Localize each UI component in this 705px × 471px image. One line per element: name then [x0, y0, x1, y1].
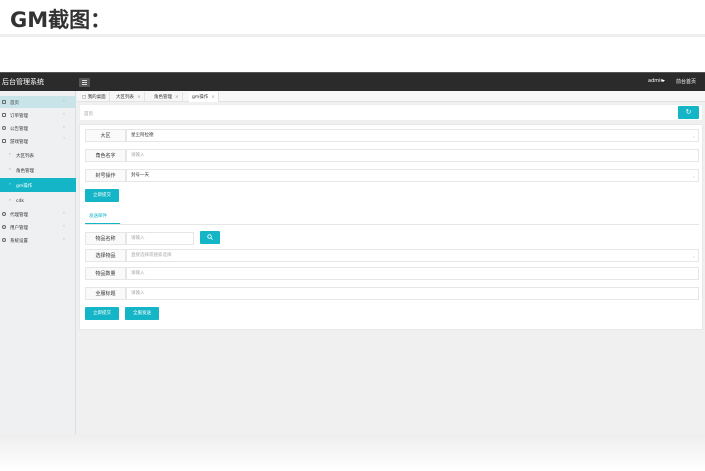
sidebar-item-label: 角色管理: [16, 169, 34, 174]
sidebar-item-label: 游戏管理: [10, 140, 28, 145]
gm-panel: 大区 星尘阿拉德 ˅ 角色名字 请输入 封号操作 封号一天 ˅ 立即提交 发送邮件 …: [79, 124, 703, 330]
search-icon: [207, 234, 213, 240]
sidebar-item-games[interactable]: 游戏管理 ˅: [0, 135, 76, 147]
title-input[interactable]: 请输入: [126, 287, 699, 300]
sidebar-item-orders[interactable]: 订单管理 ‹: [0, 109, 76, 121]
tab-roles[interactable]: 角色管理 ×: [151, 92, 183, 102]
chevron-right-icon: ›: [9, 152, 11, 157]
close-icon[interactable]: ×: [175, 95, 179, 100]
sidebar-item-label: 大区列表: [16, 154, 34, 159]
chevron-right-icon: ›: [9, 198, 11, 203]
tab-label: 角色管理: [154, 95, 172, 100]
breadcrumb-bar: 首页 ↻: [79, 104, 703, 121]
shadow: [0, 434, 705, 471]
divider: [0, 34, 705, 37]
sidebar-item-roles[interactable]: › 角色管理: [0, 164, 76, 176]
refresh-button[interactable]: ↻: [678, 106, 699, 119]
app-brand: 后台管理系统: [2, 78, 44, 86]
active-tab-indicator: [85, 223, 120, 224]
chevron-down-icon: ˅: [693, 256, 695, 261]
sidebar-item-notices[interactable]: 公告管理 ‹: [0, 122, 76, 134]
item-name-label: 物品名称: [85, 232, 126, 245]
sidebar-item-label: 代理管理: [10, 213, 28, 218]
submit-mail-button[interactable]: 立即提交: [85, 307, 119, 320]
sidebar-item-label: cdk: [16, 199, 24, 204]
chevron-right-icon: ›: [9, 182, 11, 187]
settings-icon: [2, 238, 6, 242]
tab-label: 我的桌面: [87, 95, 106, 100]
chevron-left-icon: ‹: [63, 211, 65, 216]
region-label: 大区: [85, 129, 126, 142]
submit-button[interactable]: 立即提交: [85, 189, 119, 202]
ban-label: 封号操作: [85, 169, 126, 182]
tab-label: 大区列表: [116, 95, 134, 100]
sidebar-item-settings[interactable]: 系统设置 ‹: [0, 234, 76, 246]
breadcrumb[interactable]: 首页: [84, 111, 93, 117]
admin-screenshot: 后台管理系统 admin 前台首页 首页 ‹ 订单管理 ‹ 公告管理 ‹ 游戏管…: [0, 72, 705, 434]
home-link[interactable]: 前台首页: [676, 78, 696, 85]
agent-icon: [2, 212, 6, 216]
sidebar-item-gm[interactable]: › gm操作: [0, 178, 76, 192]
tab-send-mail[interactable]: 发送邮件: [89, 213, 107, 219]
sidebar-item-agents[interactable]: 代理管理 ‹: [0, 208, 76, 220]
send-all-button[interactable]: 全服发送: [125, 307, 159, 320]
chevron-left-icon: ‹: [63, 112, 65, 117]
sidebar-item-label: 系统设置: [10, 239, 28, 244]
refresh-icon: ↻: [685, 108, 692, 116]
order-icon: [2, 113, 6, 117]
page-title: GM截图：: [10, 8, 112, 32]
ban-value: 封号一天: [131, 173, 149, 178]
chevron-down-icon: ˅: [693, 176, 695, 181]
chevron-down-icon: ˅: [63, 138, 66, 143]
chevron-left-icon: ‹: [63, 99, 65, 104]
menu-toggle-icon[interactable]: [79, 78, 90, 87]
ban-select[interactable]: 封号一天 ˅: [126, 169, 699, 182]
sidebar: 首页 ‹ 订单管理 ‹ 公告管理 ‹ 游戏管理 ˅ › 大区列表 › 角色管理 …: [0, 91, 76, 434]
tab-label: gm操作: [192, 95, 209, 100]
close-icon[interactable]: ×: [137, 95, 141, 100]
tab-gm[interactable]: gm操作 ×: [189, 92, 220, 102]
divider: [85, 224, 699, 225]
chevron-left-icon: ‹: [63, 224, 65, 229]
select-item-select[interactable]: 直接选择或搜索选择 ˅: [126, 249, 699, 262]
region-select[interactable]: 星尘阿拉德 ˅: [126, 129, 699, 142]
item-name-input[interactable]: 请输入: [126, 232, 194, 245]
region-value: 星尘阿拉德: [131, 133, 154, 138]
sidebar-item-users[interactable]: 用户管理 ‹: [0, 221, 76, 233]
sidebar-item-label: 首页: [10, 101, 19, 106]
sidebar-item-regions[interactable]: › 大区列表: [0, 149, 76, 161]
notice-icon: [2, 126, 6, 130]
qty-label: 物品数量: [85, 267, 126, 280]
sidebar-item-cdk[interactable]: › cdk: [0, 195, 76, 207]
user-icon: [2, 225, 6, 229]
chevron-left-icon: ‹: [63, 125, 65, 130]
sidebar-item-label: gm操作: [16, 184, 33, 189]
sidebar-item-label: 公告管理: [10, 127, 28, 132]
qty-input[interactable]: 请输入: [126, 267, 699, 280]
select-item-label: 选择物品: [85, 249, 126, 262]
tab-regions[interactable]: 大区列表 ×: [113, 92, 145, 102]
chevron-right-icon: ›: [9, 167, 11, 172]
chevron-left-icon: ‹: [63, 237, 65, 242]
top-bar: 后台管理系统 admin 前台首页: [0, 72, 705, 91]
tab-desktop[interactable]: ▢ 我的桌面: [79, 92, 110, 102]
tab-bar: ▢ 我的桌面 大区列表 × 角色管理 × gm操作 ×: [77, 91, 705, 102]
close-icon[interactable]: ×: [211, 95, 215, 100]
role-label: 角色名字: [85, 149, 126, 162]
caret-down-icon: [661, 80, 665, 82]
sidebar-item-home[interactable]: 首页 ‹: [0, 96, 76, 108]
role-input[interactable]: 请输入: [126, 149, 699, 162]
chevron-down-icon: ˅: [693, 136, 695, 141]
game-icon: [2, 139, 6, 143]
select-item-placeholder: 直接选择或搜索选择: [131, 253, 172, 258]
search-button[interactable]: [200, 231, 220, 244]
title-label: 全服标题: [85, 287, 126, 300]
sidebar-item-label: 订单管理: [10, 114, 28, 119]
home-icon: [2, 100, 6, 104]
sidebar-item-label: 用户管理: [10, 226, 28, 231]
